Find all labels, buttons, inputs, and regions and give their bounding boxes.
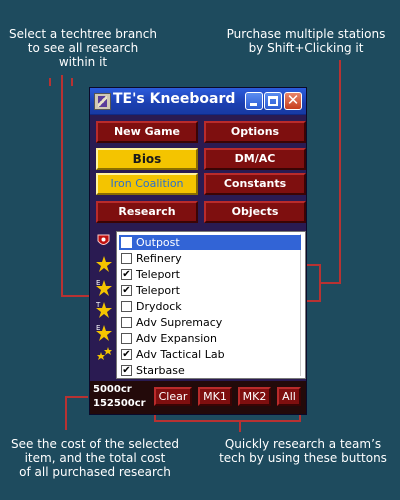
- research-item[interactable]: ✔ Adv Tactical Lab: [119, 347, 301, 362]
- research-item-checkbox[interactable]: [121, 333, 132, 344]
- clear-button[interactable]: Clear: [154, 387, 192, 406]
- research-item-label: Adv Expansion: [136, 332, 217, 345]
- mk2-button[interactable]: MK2: [238, 387, 271, 406]
- research-item-checkbox[interactable]: ✔: [121, 365, 132, 376]
- research-button[interactable]: Research: [96, 201, 198, 223]
- total-research-cost: 152500cr: [93, 398, 146, 409]
- research-list[interactable]: Outpost Refinery ✔ Teleport ✔ Teleport Drydock…: [116, 231, 306, 379]
- research-item-checkbox[interactable]: [121, 317, 132, 328]
- research-item-label: Adv Tactical Lab: [136, 348, 225, 361]
- research-item[interactable]: Drydock: [119, 299, 301, 314]
- research-item-checkbox[interactable]: ✔: [121, 269, 132, 280]
- close-button[interactable]: ✕: [284, 91, 302, 110]
- mk1-button[interactable]: MK1: [198, 387, 232, 406]
- minimize-button[interactable]: [245, 92, 263, 110]
- all-button[interactable]: All: [277, 387, 301, 406]
- close-icon: ✕: [286, 91, 300, 109]
- research-item[interactable]: ✔ Teleport: [119, 283, 301, 298]
- star-e-icon: E: [96, 324, 112, 341]
- research-item-label: Drydock: [136, 300, 182, 313]
- branch-star-e-icon[interactable]: E: [96, 278, 112, 299]
- star-e-icon: E: [96, 279, 112, 296]
- star-icon: [96, 256, 112, 272]
- svg-text:E: E: [96, 324, 100, 332]
- research-item-label: Starbase: [136, 364, 185, 377]
- constants-button[interactable]: Constants: [204, 173, 306, 195]
- new-game-button[interactable]: New Game: [96, 121, 198, 143]
- branch-shield-icon[interactable]: [96, 233, 111, 251]
- research-item[interactable]: Adv Supremacy: [119, 315, 301, 330]
- research-item[interactable]: Outpost: [118, 234, 302, 251]
- callout-shift-click-line: [320, 60, 341, 284]
- kneeboard-window: TE's Kneeboard ✕ New Game Options Bios D…: [89, 87, 307, 415]
- faction-dmac-button[interactable]: DM/AC: [204, 148, 306, 170]
- window-title: TE's Kneeboard: [113, 91, 236, 107]
- research-item-checkbox[interactable]: [121, 253, 132, 264]
- star-t-icon: T: [95, 301, 112, 318]
- research-item-label: Teleport: [136, 284, 180, 297]
- research-item[interactable]: ✔ Starbase: [119, 363, 301, 378]
- title-bar[interactable]: TE's Kneeboard ✕: [90, 88, 306, 115]
- branch-star-e2-icon[interactable]: E: [96, 323, 112, 344]
- selected-item-cost: 5000cr: [93, 384, 132, 395]
- research-item-checkbox[interactable]: ✔: [121, 349, 132, 360]
- branch-star-icon[interactable]: [96, 256, 112, 275]
- svg-text:T: T: [96, 301, 101, 309]
- research-item[interactable]: ✔ Teleport: [119, 267, 301, 282]
- bottom-bar: 5000cr 152500cr Clear MK1 MK2 All: [90, 381, 306, 414]
- options-button[interactable]: Options: [204, 121, 306, 143]
- app-icon[interactable]: [94, 93, 111, 110]
- stars-cluster-icon: [97, 347, 112, 360]
- callout-costs-line: [65, 396, 88, 430]
- shield-icon: [97, 234, 110, 245]
- objects-button[interactable]: Objects: [204, 201, 306, 223]
- research-item-checkbox[interactable]: [121, 237, 132, 248]
- branch-star-t-icon[interactable]: T: [95, 300, 112, 321]
- research-item-checkbox[interactable]: [121, 301, 132, 312]
- research-item-label: Outpost: [136, 236, 180, 249]
- svg-text:E: E: [96, 279, 100, 287]
- branch-stars-cluster-icon[interactable]: [96, 345, 114, 366]
- research-item[interactable]: Refinery: [119, 251, 301, 266]
- research-item-label: Teleport: [136, 268, 180, 281]
- research-item-label: Refinery: [136, 252, 182, 265]
- research-item[interactable]: Adv Expansion: [119, 331, 301, 346]
- research-item-label: Adv Supremacy: [136, 316, 223, 329]
- faction-bios-button[interactable]: Bios: [96, 148, 198, 170]
- faction-iron-coalition-button[interactable]: Iron Coalition: [96, 173, 198, 195]
- maximize-button[interactable]: [264, 92, 282, 110]
- research-item-checkbox[interactable]: ✔: [121, 285, 132, 296]
